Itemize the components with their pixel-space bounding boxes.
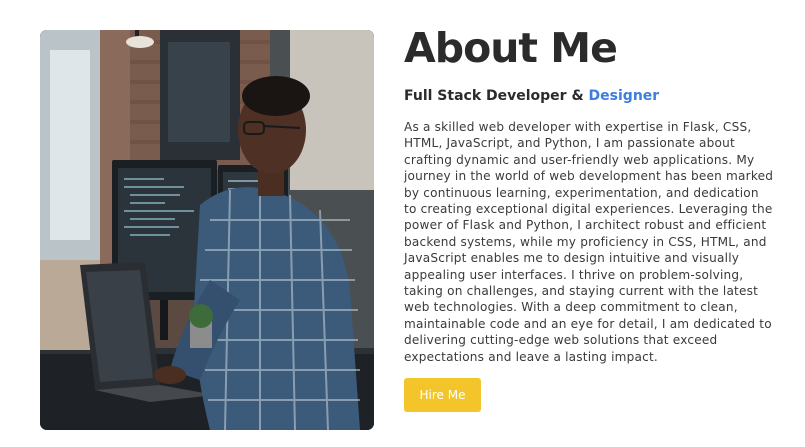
developer-photo [40,30,374,430]
role-subtitle-prefix: Full Stack Developer & [404,88,589,104]
about-content: About Me Full Stack Developer & Designer… [404,22,774,413]
role-subtitle: Full Stack Developer & Designer [404,86,774,106]
hire-me-button[interactable]: Hire Me [404,378,481,413]
page-title: About Me [404,24,618,72]
about-section: About Me Full Stack Developer & Designer… [0,0,805,447]
role-subtitle-accent: Designer [588,88,660,104]
bio-paragraph: As a skilled web developer with expertis… [404,120,774,364]
